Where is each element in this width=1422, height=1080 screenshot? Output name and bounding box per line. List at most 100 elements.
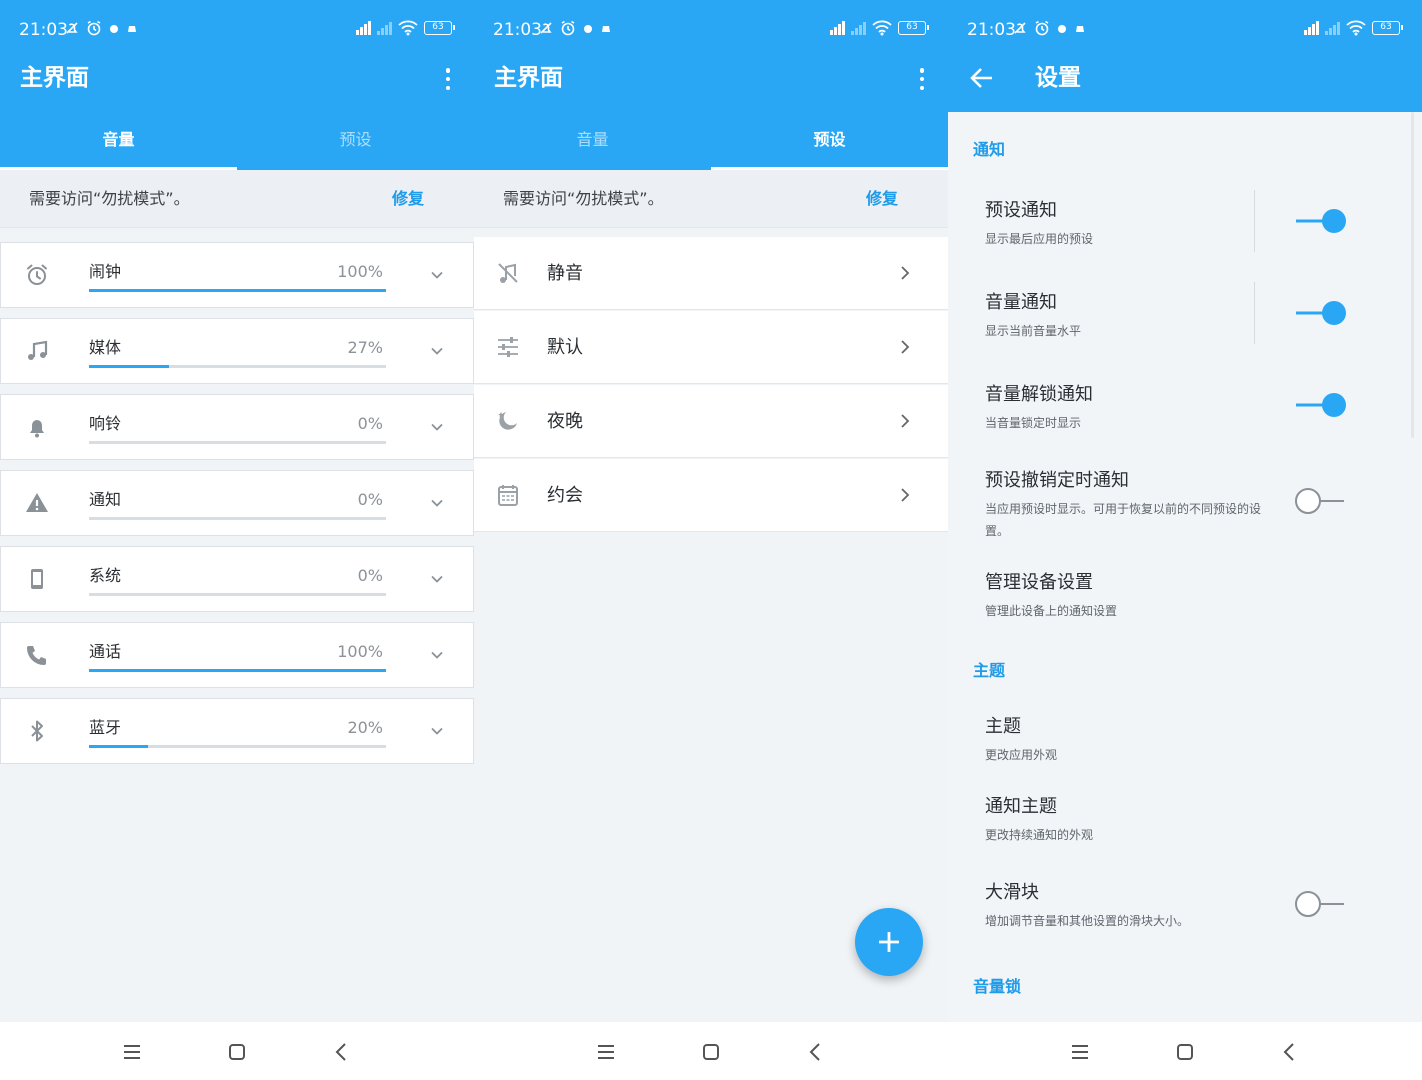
fix-button[interactable]: 修复 [866, 187, 898, 211]
preset-row-date[interactable]: 约会 [474, 459, 948, 532]
preset-row-mute[interactable]: 静音 [474, 237, 948, 310]
chevron-down-icon[interactable] [429, 647, 445, 663]
menu-icon[interactable] [120, 1040, 144, 1064]
fix-button[interactable]: 修复 [392, 187, 424, 211]
preset-row-default[interactable]: 默认 [474, 311, 948, 384]
setting-subtitle: 增加调节音量和其他设置的滑块大小。 [985, 914, 1190, 928]
volume-label: 响铃 [89, 414, 122, 433]
alarm-status-icon [1035, 20, 1049, 36]
mute-notifications-icon [540, 22, 552, 34]
setting-title: 大滑块 [985, 882, 1039, 903]
chevron-down-icon[interactable] [429, 723, 445, 739]
volume-card-ringer: 响铃 0% [0, 394, 474, 460]
setting-title: 管理设备设置 [985, 572, 1093, 593]
status-time: 21:03 [19, 20, 68, 40]
battery-icon: 63 [898, 21, 929, 35]
bluetooth-icon [31, 720, 43, 742]
volume-percent: 100% [337, 642, 383, 661]
volume-percent: 0% [357, 490, 383, 509]
chevron-down-icon[interactable] [429, 343, 445, 359]
volume-card-alarm: 闹钟 100% [0, 242, 474, 308]
chevron-down-icon[interactable] [429, 267, 445, 283]
signal-icon [830, 21, 845, 35]
home-icon[interactable] [225, 1040, 249, 1064]
app-bar: 设置 [948, 44, 1422, 112]
section-theme: 主题 [973, 661, 1006, 680]
volume-label: 蓝牙 [89, 718, 122, 737]
dnd-banner: 需要访问“勿扰模式”。 修复 [474, 170, 948, 228]
volume-slider-fill [89, 365, 170, 368]
app-status-icon [602, 26, 610, 32]
bell-icon [30, 420, 44, 438]
wifi-icon [1346, 20, 1366, 36]
volume-slider[interactable] [89, 745, 386, 748]
toggle-switch-off[interactable] [1294, 486, 1350, 516]
home-icon[interactable] [1173, 1040, 1197, 1064]
tab-presets[interactable]: 预设 [711, 112, 948, 170]
chevron-right-icon [901, 488, 910, 502]
volume-slider[interactable] [89, 593, 386, 596]
volume-slider[interactable] [89, 669, 386, 672]
toggle-switch-on[interactable] [1294, 206, 1350, 236]
status-bar: 21:03 63 [948, 0, 1422, 44]
arrow-back-icon[interactable] [968, 64, 996, 92]
volume-percent: 100% [337, 262, 383, 281]
dnd-banner: 需要访问“勿扰模式”。 修复 [0, 170, 474, 228]
volume-percent: 27% [347, 338, 383, 357]
more-options-icon[interactable] [918, 68, 926, 90]
tab-presets[interactable]: 预设 [237, 112, 474, 170]
toggle-switch-off[interactable] [1294, 889, 1350, 919]
signal-icon [356, 21, 371, 35]
volume-slider-fill [89, 289, 386, 292]
setting-subtitle: 当应用预设时显示。可用于恢复以前的不同预设的设置。 [985, 502, 1262, 538]
volume-percent: 20% [347, 718, 383, 737]
volume-slider[interactable] [89, 365, 386, 368]
system-nav-bar [474, 1022, 948, 1080]
preset-row-night[interactable]: 夜晚 [474, 385, 948, 458]
volume-slider[interactable] [89, 517, 386, 520]
volume-label: 系统 [89, 566, 122, 585]
setting-title: 预设撤销定时通知 [985, 470, 1129, 491]
volume-slider-fill [89, 745, 149, 748]
scrollbar[interactable] [1411, 112, 1414, 438]
preset-label: 夜晚 [547, 411, 583, 432]
back-nav-icon[interactable] [804, 1040, 828, 1064]
add-preset-button[interactable] [855, 908, 923, 976]
chevron-down-icon[interactable] [429, 495, 445, 511]
app-status-icon [128, 26, 136, 32]
page-title: 设置 [1035, 65, 1081, 91]
dnd-banner-text: 需要访问“勿扰模式”。 [503, 189, 664, 208]
toggle-switch-on[interactable] [1294, 298, 1350, 328]
tab-bar: 音量 预设 [0, 112, 474, 170]
volume-slider-fill [89, 669, 386, 672]
home-icon[interactable] [699, 1040, 723, 1064]
chevron-down-icon[interactable] [429, 419, 445, 435]
setting-title: 通知主题 [985, 796, 1057, 817]
more-options-icon[interactable] [444, 68, 452, 90]
plus-icon [879, 932, 899, 952]
chevron-down-icon[interactable] [429, 571, 445, 587]
back-nav-icon[interactable] [1278, 1040, 1302, 1064]
setting-title: 音量解锁通知 [985, 384, 1093, 405]
tab-volume[interactable]: 音量 [0, 112, 237, 170]
volume-slider[interactable] [89, 289, 386, 292]
tab-volume[interactable]: 音量 [474, 112, 711, 170]
preset-label: 静音 [547, 263, 583, 284]
chevron-right-icon [901, 340, 910, 354]
menu-icon[interactable] [1068, 1040, 1092, 1064]
alarm-status-icon [87, 20, 101, 36]
menu-icon[interactable] [594, 1040, 618, 1064]
back-nav-icon[interactable] [330, 1040, 354, 1064]
volume-card-call: 通话 100% [0, 622, 474, 688]
status-time: 21:03 [967, 20, 1016, 40]
mute-notifications-icon [66, 22, 78, 34]
app-status-icon [1076, 26, 1084, 32]
music-note-icon [28, 340, 48, 360]
setting-subtitle: 当音量锁定时显示 [985, 416, 1082, 430]
volume-slider[interactable] [89, 441, 386, 444]
signal-icon [1304, 21, 1319, 35]
alarm-status-icon [561, 20, 575, 36]
toggle-switch-on[interactable] [1294, 390, 1350, 420]
battery-icon: 63 [424, 21, 455, 35]
wifi-icon [398, 20, 418, 36]
